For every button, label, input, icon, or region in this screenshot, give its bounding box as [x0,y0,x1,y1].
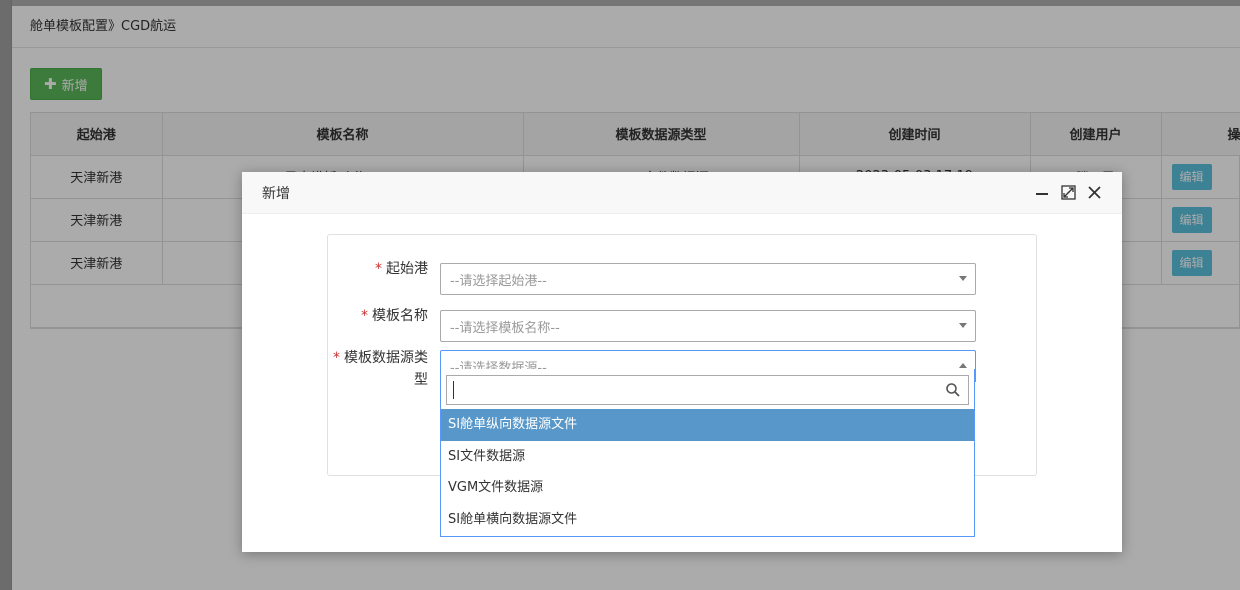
required-marker: * [375,261,382,277]
template-select[interactable]: --请选择模板名称-- [440,310,976,342]
field-label-port-text: 起始港 [386,261,428,277]
field-label-template: * 模板名称 [328,300,440,326]
maximize-icon[interactable] [1060,185,1076,201]
required-marker: * [333,350,340,366]
dialog-title: 新增 [262,185,290,202]
required-marker: * [361,308,368,324]
search-icon [945,382,961,398]
dropdown-option[interactable]: SI舱单横向数据源文件 [441,504,974,536]
field-label-source-text: 模板数据源类 [344,350,428,366]
close-icon[interactable] [1086,185,1102,201]
port-select[interactable]: --请选择起始港-- [440,263,976,295]
dropdown-option[interactable]: SI舱单纵向数据源文件 [441,409,974,441]
dropdown-option[interactable]: SI文件数据源 [441,441,974,473]
field-label-source: * 模板数据源类 型 [328,345,440,390]
field-label-source-tail: 型 [414,372,428,388]
dropdown-search-input[interactable] [446,375,969,405]
dialog-header[interactable]: 新增 [242,172,1122,214]
chevron-down-icon [959,276,967,281]
chevron-up-icon [959,363,967,368]
chevron-down-icon [959,323,967,328]
field-row-port: * 起始港 --请选择起始港-- [328,253,1038,295]
field-label-port: * 起始港 [328,253,440,279]
dropdown-option[interactable]: VGM文件数据源 [441,472,974,504]
template-select-placeholder: --请选择模板名称-- [450,320,560,336]
text-caret [453,381,454,399]
field-label-template-text: 模板名称 [372,308,428,324]
port-select-placeholder: --请选择起始港-- [450,273,547,289]
source-dropdown: SI舱单纵向数据源文件 SI文件数据源 VGM文件数据源 SI舱单横向数据源文件 [440,369,975,537]
minimize-icon[interactable] [1034,185,1050,201]
field-row-template: * 模板名称 --请选择模板名称-- [328,300,1038,342]
